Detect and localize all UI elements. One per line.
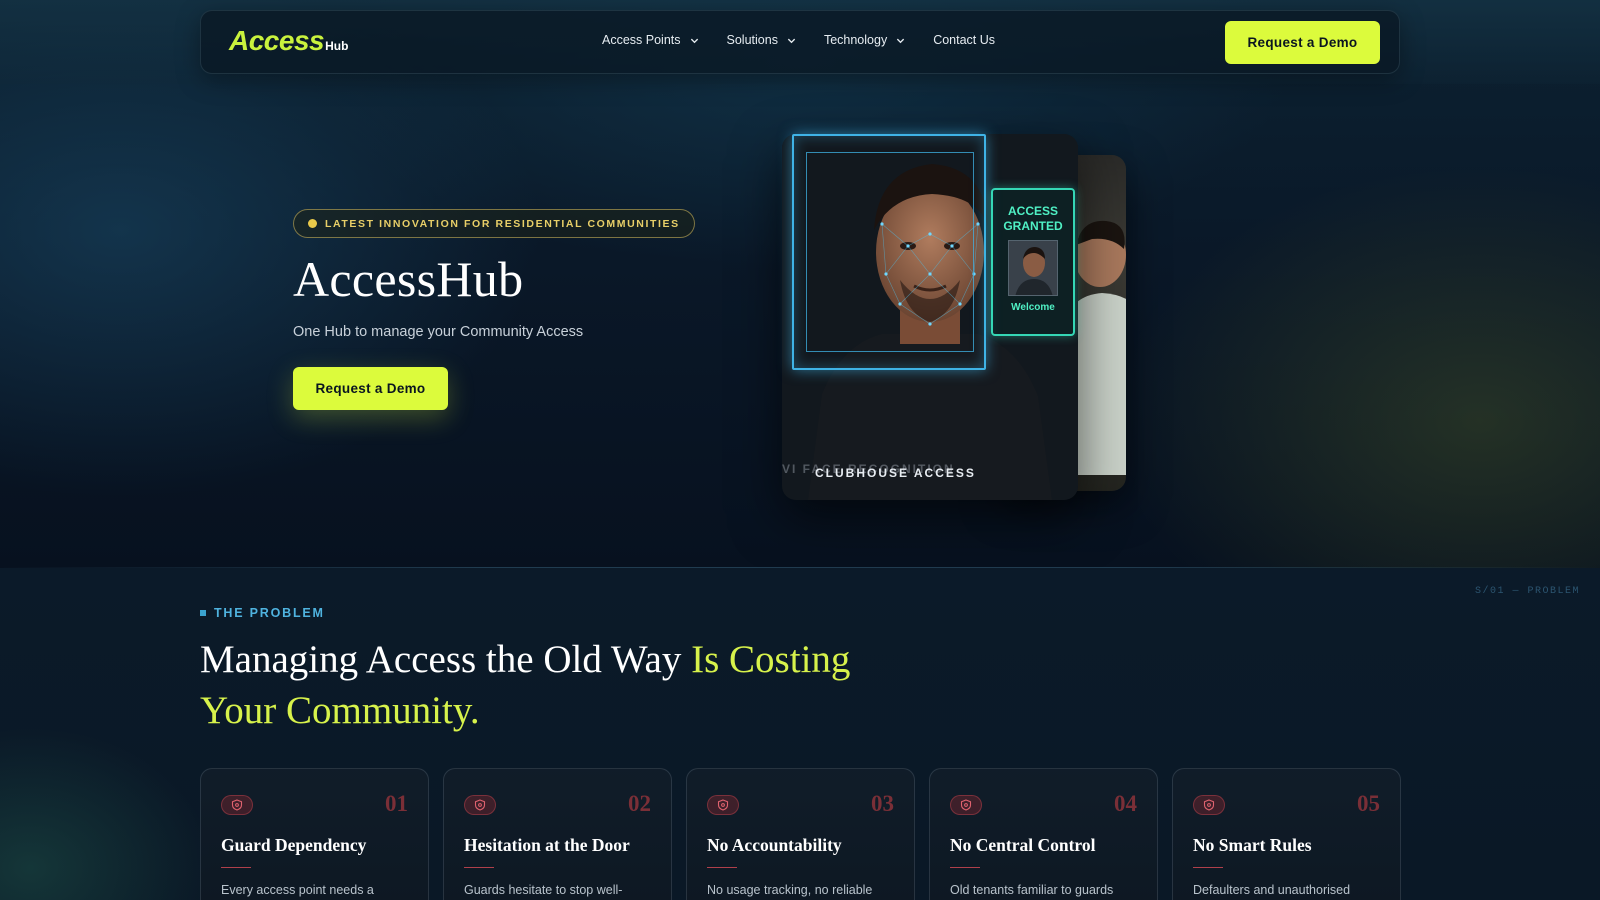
card-divider <box>950 867 980 868</box>
card-title: No Central Control <box>950 835 1096 855</box>
card-divider <box>464 867 494 868</box>
nav-item-label: Contact Us <box>933 33 996 47</box>
problem-card: 02 Hesitation at the Door Guards hesitat… <box>443 768 672 900</box>
nav-item-contact-us[interactable]: Contact Us <box>933 33 995 47</box>
innovation-badge: LATEST INNOVATION FOR RESIDENTIAL COMMUN… <box>293 209 695 238</box>
card-number: 01 <box>385 791 408 816</box>
card-title: No Accountability <box>707 835 842 855</box>
problem-card: 01 Guard Dependency Every access point n… <box>200 768 429 900</box>
mini-face-icon <box>1009 241 1057 295</box>
card-description: Guards hesitate to stop well- <box>464 883 623 897</box>
hero-section: ACCESS GRANTED Welcome VI FACE RECOGNITI… <box>0 0 1600 568</box>
access-granted-label: ACCESS GRANTED <box>1003 204 1063 233</box>
access-granted-card: ACCESS GRANTED Welcome <box>991 188 1075 336</box>
card-divider <box>1193 867 1223 868</box>
badge-text: LATEST INNOVATION FOR RESIDENTIAL COMMUN… <box>325 217 680 230</box>
hero-request-demo-button[interactable]: Request a Demo <box>293 367 448 410</box>
nav-request-demo-button[interactable]: Request a Demo <box>1225 21 1380 64</box>
problem-eyebrow: THE PROBLEM <box>200 606 325 620</box>
card-title: Hesitation at the Door <box>464 835 630 855</box>
accesshub-logo[interactable]: Access Hub <box>229 25 348 61</box>
nav-item-label: Solutions <box>726 33 778 47</box>
nav-item-solutions[interactable]: Solutions <box>727 33 796 47</box>
logo-sub-text: Hub <box>325 39 349 53</box>
logo-main-text: Access <box>229 25 325 56</box>
card-description: Defaulters and unauthorised <box>1193 883 1351 897</box>
nav-item-access-points[interactable]: Access Points <box>602 33 699 47</box>
problem-title: Managing Access the Old Way Is Costing Y… <box>200 634 900 736</box>
face-scan-inner-frame <box>806 152 974 352</box>
shield-icon <box>950 795 982 815</box>
nav-item-label: Access Points <box>602 33 681 47</box>
hero-title: AccessHub <box>293 251 524 307</box>
card-divider <box>221 867 251 868</box>
nav-item-technology[interactable]: Technology <box>824 33 905 47</box>
problem-cards: 01 Guard Dependency Every access point n… <box>200 768 1401 900</box>
shield-icon <box>707 795 739 815</box>
eyebrow-text: THE PROBLEM <box>214 606 325 620</box>
card-title: No Smart Rules <box>1193 835 1312 855</box>
top-navigation: Access Hub Access Points Solutions Techn… <box>200 10 1400 74</box>
card-number: 03 <box>871 791 894 816</box>
card-title: Guard Dependency <box>221 835 367 855</box>
shield-icon <box>464 795 496 815</box>
problem-card: 05 No Smart Rules Defaulters and unautho… <box>1172 768 1401 900</box>
hero-subtitle: One Hub to manage your Community Access <box>293 324 584 340</box>
shield-icon <box>221 795 253 815</box>
chevron-down-icon <box>897 38 905 43</box>
card-description: No usage tracking, no reliable <box>707 883 873 897</box>
chevron-down-icon <box>690 38 698 43</box>
card-description: Old tenants familiar to guards <box>950 883 1114 897</box>
card-number: 02 <box>628 791 651 816</box>
nav-item-label: Technology <box>823 33 888 47</box>
card-number: 05 <box>1357 791 1380 816</box>
square-bullet-icon <box>200 610 206 616</box>
card-number: 04 <box>1114 791 1137 816</box>
nav-menu: Access Points Solutions Technology Conta… <box>602 33 1023 47</box>
chevron-down-icon <box>787 38 796 43</box>
hero-visual-caption: CLUBHOUSE ACCESS <box>815 466 976 480</box>
problem-title-plain: Managing Access the Old Way <box>200 638 692 681</box>
problem-card: 03 No Accountability No usage tracking, … <box>686 768 915 900</box>
card-description: Every access point needs a <box>221 883 374 897</box>
dot-icon <box>308 219 317 228</box>
section-index-tag: S/01 — PROBLEM <box>1474 586 1580 597</box>
problem-card: 04 No Central Control Old tenants famili… <box>929 768 1158 900</box>
welcome-label: Welcome <box>1011 302 1055 313</box>
card-divider <box>707 867 737 868</box>
mini-portrait-icon <box>1008 240 1058 296</box>
shield-icon <box>1193 795 1225 815</box>
